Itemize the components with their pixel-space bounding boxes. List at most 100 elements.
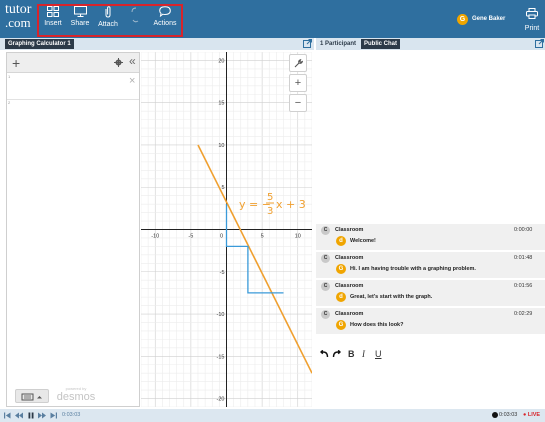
attach-button[interactable]: Attach — [97, 6, 119, 34]
printer-icon — [526, 8, 538, 19]
redo-icon[interactable] — [332, 350, 341, 358]
undo-button[interactable] — [127, 6, 141, 34]
print-label: Print — [524, 25, 540, 32]
x-tick-label: 10 — [295, 234, 301, 240]
add-expression-button[interactable]: + — [12, 55, 20, 71]
tab-graphing-calculator[interactable]: Graphing Calculator 1 — [5, 39, 74, 49]
user-name[interactable]: Gene Baker — [472, 16, 505, 22]
message-text: Great, let's start with the graph. — [350, 294, 433, 300]
sender-avatar: C — [321, 226, 330, 235]
y-tick-label: -5 — [220, 270, 225, 276]
recording-dot-icon — [492, 412, 498, 418]
expression-list-panel: + « 1 × 2 powered by desmos — [6, 52, 140, 407]
rewind-icon[interactable] — [15, 412, 23, 419]
graph-tools: + − — [289, 54, 309, 114]
wrench-icon — [294, 58, 303, 68]
expression-list-toolbar: + « — [7, 53, 139, 73]
fast-forward-icon[interactable] — [38, 412, 46, 419]
italic-button[interactable]: I — [362, 349, 365, 359]
calculator-header: Graphing Calculator 1 — [0, 38, 314, 50]
delete-expression-icon[interactable]: × — [129, 75, 135, 87]
print-button[interactable]: Print — [522, 6, 542, 34]
undo-icon[interactable] — [320, 350, 329, 358]
equation-part-denominator: 3 — [267, 206, 273, 217]
sender-avatar: C — [321, 254, 330, 263]
zoom-in-button[interactable]: + — [289, 74, 307, 92]
speech-bubble-icon — [159, 6, 171, 17]
actions-button[interactable]: Actions — [153, 6, 177, 34]
graph-settings-button[interactable] — [289, 54, 307, 72]
message-sender: Classroom — [335, 227, 364, 233]
pause-icon[interactable] — [28, 412, 34, 419]
app-window: tutor .com Insert Share Attach Actions G… — [0, 0, 545, 422]
author-avatar: d — [336, 292, 346, 302]
y-tick-label: -20 — [217, 397, 225, 403]
insert-label: Insert — [44, 20, 62, 27]
share-button[interactable]: Share — [70, 6, 90, 34]
actions-label: Actions — [153, 20, 177, 27]
expression-index: 1 — [8, 74, 11, 79]
gear-icon[interactable] — [114, 58, 123, 67]
chat-header: 1 Participant Public Chat — [316, 38, 545, 50]
tab-public-chat[interactable]: Public Chat — [361, 39, 401, 49]
message-time: 0:00:00 — [514, 227, 533, 233]
author-avatar: d — [336, 236, 346, 246]
underline-button[interactable]: U — [375, 349, 382, 359]
session-time: 0:03:03 — [499, 412, 518, 418]
tutor-logo: tutor .com — [5, 3, 35, 35]
insert-button[interactable]: Insert — [43, 6, 63, 34]
share-label: Share — [70, 20, 90, 27]
expression-row[interactable]: 1 × — [7, 74, 139, 100]
author-avatar: G — [336, 320, 346, 330]
insert-icon — [47, 6, 59, 17]
y-tick-label: 15 — [218, 101, 224, 107]
keyboard-icon — [21, 393, 42, 401]
message-sender: Classroom — [335, 311, 364, 317]
undo-arrow-icon — [131, 7, 139, 23]
zoom-out-button[interactable]: − — [289, 94, 307, 112]
message-text: Welcome! — [350, 238, 376, 244]
top-toolbar: tutor .com Insert Share Attach Actions G… — [0, 0, 545, 38]
message-sender: Classroom — [335, 283, 364, 289]
sender-avatar: C — [321, 310, 330, 319]
skip-back-icon[interactable] — [4, 412, 11, 419]
x-tick-label: 0 — [220, 234, 223, 240]
sender-avatar: C — [321, 282, 330, 291]
paperclip-icon — [105, 6, 111, 18]
tab-participants[interactable]: 1 Participant — [320, 39, 356, 49]
x-tick-label: -10 — [151, 234, 159, 240]
message-sender: Classroom — [335, 255, 364, 261]
playback-time: 0:03:03 — [62, 412, 81, 418]
popout-icon[interactable] — [303, 39, 312, 48]
author-avatar: G — [336, 264, 346, 274]
equation-part-rhs: x + 3 — [276, 198, 306, 211]
y-tick-label: -15 — [217, 354, 225, 360]
chat-message: C Classroom 0:02:29 G How does this look… — [316, 308, 545, 334]
attach-label: Attach — [98, 21, 118, 28]
message-time: 0:01:56 — [514, 283, 533, 289]
equation-part-numerator: 5 — [267, 192, 273, 203]
popout-icon[interactable] — [535, 39, 544, 48]
logo-line-2: .com — [5, 15, 31, 30]
chat-message: C Classroom 0:01:48 G Hi. I am having tr… — [316, 252, 545, 278]
graph-canvas[interactable]: -10 -5 0 5 102015105-5-10-15-20 y = − 5 3 x … — [141, 52, 312, 407]
user-avatar[interactable]: G — [457, 14, 468, 25]
chat-format-toolbar: B I U — [316, 344, 545, 364]
message-time: 0:02:29 — [514, 311, 533, 317]
skip-forward-icon[interactable] — [50, 412, 57, 419]
keyboard-toggle-button[interactable] — [15, 389, 49, 403]
live-indicator[interactable]: ● LIVE — [523, 411, 540, 420]
message-text: Hi. I am having trouble with a graphing … — [350, 266, 476, 272]
bold-button[interactable]: B — [348, 349, 355, 359]
y-tick-label: -10 — [217, 312, 225, 318]
monitor-icon — [73, 6, 87, 17]
desmos-logo: desmos — [56, 391, 96, 403]
y-tick-label: 5 — [221, 185, 224, 191]
collapse-panel-button[interactable]: « — [129, 54, 136, 68]
expression-index: 2 — [8, 100, 11, 105]
playback-bar: 0:03:03 0:03:03 ● LIVE — [0, 409, 545, 422]
x-tick-label: -5 — [188, 234, 193, 240]
y-tick-label: 20 — [218, 58, 224, 64]
chat-message: C Classroom 0:01:56 d Great, let's start… — [316, 280, 545, 306]
chat-message: C Classroom 0:00:00 d Welcome! — [316, 224, 545, 250]
